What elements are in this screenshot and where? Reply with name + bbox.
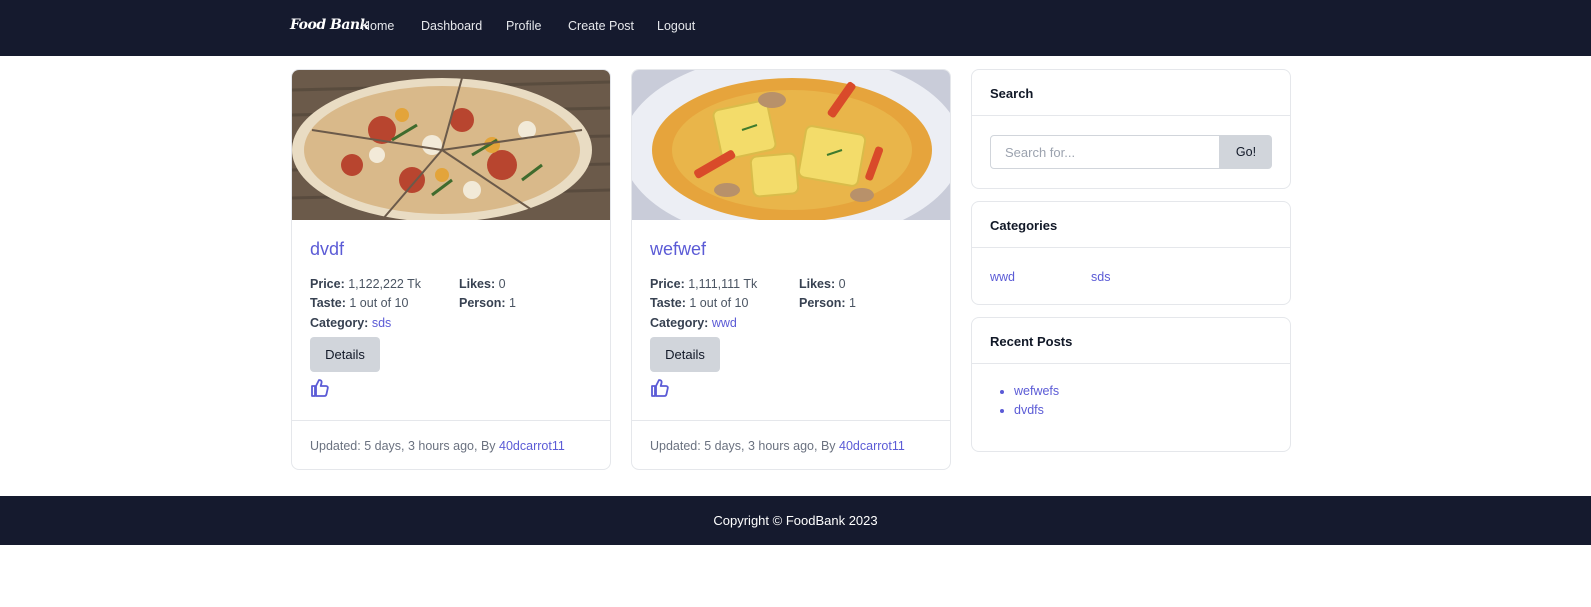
post-person: Person: 1 xyxy=(799,296,856,310)
nav-logout-link[interactable]: Logout xyxy=(657,19,695,33)
site-footer: Copyright © FoodBank 2023 xyxy=(0,496,1591,545)
list-item: dvdfs xyxy=(1014,401,1059,420)
category-link-wwd[interactable]: wwd xyxy=(990,270,1015,284)
thumbs-up-icon[interactable] xyxy=(310,378,330,398)
post-title-link[interactable]: wefwef xyxy=(650,239,706,260)
details-button[interactable]: Details xyxy=(650,337,720,372)
recent-posts-panel: Recent Posts wefwefs dvdfs xyxy=(971,317,1291,452)
top-navbar: Food Bank Home Dashboard Profile Create … xyxy=(0,0,1591,56)
post-image-ravioli xyxy=(632,70,950,220)
search-go-button[interactable]: Go! xyxy=(1220,135,1272,169)
post-taste: Taste: 1 out of 10 xyxy=(310,296,409,310)
category-link-sds[interactable]: sds xyxy=(1091,270,1110,284)
nav-create-post-link[interactable]: Create Post xyxy=(568,19,634,33)
post-image-pizza xyxy=(292,70,610,220)
author-link[interactable]: 40dcarrot11 xyxy=(839,439,905,453)
categories-panel: Categories wwd sds xyxy=(971,201,1291,305)
list-item: wefwefs xyxy=(1014,382,1059,401)
copyright-text: Copyright © FoodBank 2023 xyxy=(713,513,878,528)
post-category: Category: wwd xyxy=(650,316,737,330)
details-button[interactable]: Details xyxy=(310,337,380,372)
post-footer: Updated: 5 days, 3 hours ago, By 40dcarr… xyxy=(632,420,950,469)
post-footer: Updated: 5 days, 3 hours ago, By 40dcarr… xyxy=(292,420,610,469)
author-link[interactable]: 40dcarrot11 xyxy=(499,439,565,453)
category-link[interactable]: wwd xyxy=(712,316,737,330)
recent-posts-panel-title: Recent Posts xyxy=(972,318,1290,364)
post-category: Category: sds xyxy=(310,316,392,330)
recent-posts-list: wefwefs dvdfs xyxy=(996,382,1059,420)
nav-dashboard-link[interactable]: Dashboard xyxy=(421,19,482,33)
post-person: Person: 1 xyxy=(459,296,516,310)
recent-post-link[interactable]: wefwefs xyxy=(1014,384,1059,398)
post-card: dvdf Price: 1,122,222 Tk Likes: 0 Taste:… xyxy=(291,69,611,470)
recent-post-link[interactable]: dvdfs xyxy=(1014,403,1044,417)
post-likes: Likes: 0 xyxy=(459,277,506,291)
categories-panel-title: Categories xyxy=(972,202,1290,248)
post-likes: Likes: 0 xyxy=(799,277,846,291)
search-panel: Search Go! xyxy=(971,69,1291,189)
post-title-link[interactable]: dvdf xyxy=(310,239,344,260)
category-link[interactable]: sds xyxy=(372,316,391,330)
post-card: wefwef Price: 1,111,111 Tk Likes: 0 Tast… xyxy=(631,69,951,470)
brand-logo[interactable]: Food Bank xyxy=(290,17,369,33)
nav-home-link[interactable]: Home xyxy=(361,19,394,33)
search-panel-title: Search xyxy=(972,70,1290,116)
search-input[interactable] xyxy=(990,135,1220,169)
thumbs-up-icon[interactable] xyxy=(650,378,670,398)
post-price: Price: 1,111,111 Tk xyxy=(650,277,758,291)
post-price: Price: 1,122,222 Tk xyxy=(310,277,421,291)
post-taste: Taste: 1 out of 10 xyxy=(650,296,749,310)
nav-profile-link[interactable]: Profile xyxy=(506,19,541,33)
